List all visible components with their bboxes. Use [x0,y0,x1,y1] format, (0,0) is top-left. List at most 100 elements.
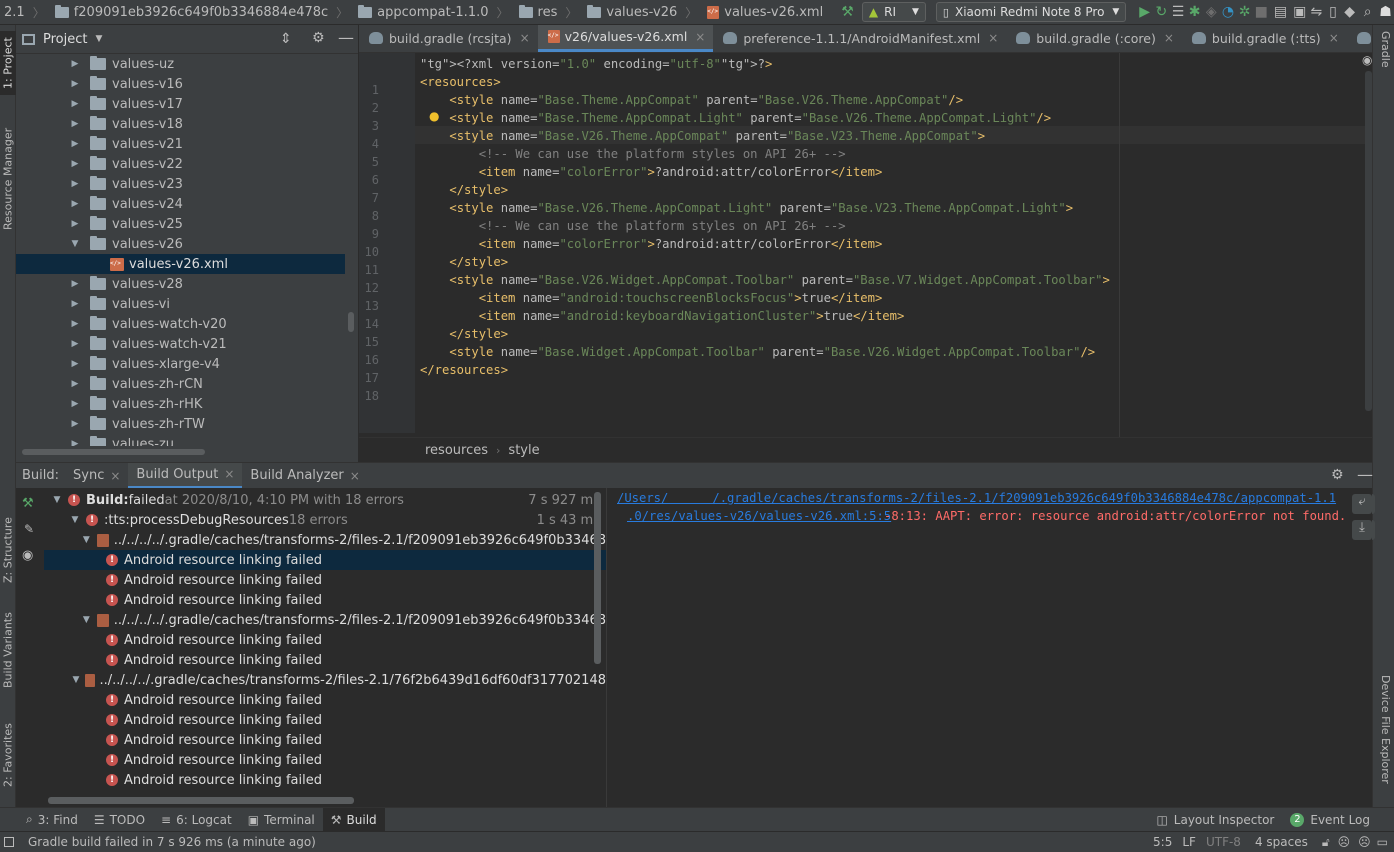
chevron-right-icon[interactable]: ▶ [70,119,80,129]
close-icon[interactable]: × [695,30,705,44]
chevron-down-icon[interactable]: ▼ [70,515,80,525]
profile-icon[interactable]: ◔ [1220,1,1237,23]
build-tree-row[interactable]: ! Android resource linking failed [44,730,606,750]
chevron-right-icon[interactable]: ▶ [70,99,80,109]
collapse-all-icon[interactable]: ⇕ [280,31,292,47]
tool-button-6-logcat[interactable]: ≡ 6: Logcat [153,808,240,832]
tree-item-values-watch-v20[interactable]: ▶ values-watch-v20 [16,314,345,334]
chevron-right-icon[interactable]: ▶ [70,439,80,446]
tree-item-values-vi[interactable]: ▶ values-vi [16,294,345,314]
breadcrumb-item[interactable]: values-v26.xml [703,0,829,24]
build-tree-row[interactable]: ! Android resource linking failed [44,750,606,770]
code-line[interactable]: <style name="Base.V26.Theme.AppCompat.Li… [420,199,1073,217]
build-tree-row[interactable]: ▼!:tts:processDebugResources 18 errors 1 … [44,510,606,530]
file-encoding[interactable]: UTF-8 [1206,835,1241,849]
hide-panel-icon[interactable]: — [1357,465,1373,484]
build-tree-row[interactable]: ! Android resource linking failed [44,590,606,610]
device-file-explorer-tool-button[interactable]: Device File Explorer [1379,675,1392,800]
debug-icon[interactable]: ✱ [1186,1,1203,23]
indent-setting[interactable]: 4 spaces [1255,835,1308,849]
code-line[interactable]: "tg"><?xml version="1.0" encoding="utf-8… [420,55,772,73]
chevron-right-icon[interactable]: ▶ [70,299,80,309]
chevron-right-icon[interactable]: ▶ [70,419,80,429]
code-line[interactable]: <resources> [420,73,501,91]
close-icon[interactable]: × [988,31,998,45]
error-file-link-continued[interactable]: .0/res/values-v26/values-v26.xml:5:5 [627,509,891,523]
tree-item-values-xlarge-v4[interactable]: ▶ values-xlarge-v4 [16,354,345,374]
code-line[interactable]: <style name="Base.V26.Theme.AppCompat" p… [420,127,985,145]
chevron-right-icon[interactable]: ▶ [70,199,80,209]
tree-item-values-zu[interactable]: ▶ values-zu [16,434,345,446]
code-line[interactable]: <item name="colorError">?android:attr/co… [420,163,883,181]
lock-icon[interactable]: 🔓︎ [1322,835,1330,850]
device-select[interactable]: ▯ Xiaomi Redmi Note 8 Pro ▼ [935,2,1127,22]
avd-manager-icon[interactable]: ▯ [1325,1,1342,23]
chevron-right-icon[interactable]: ▶ [70,359,80,369]
caret-position[interactable]: 5:5 [1153,835,1172,849]
close-icon[interactable]: × [350,469,360,483]
breadcrumb-style[interactable]: style [508,443,539,458]
tool-windows-icon[interactable] [4,837,14,847]
sdk-manager-icon[interactable]: ⇋ [1308,1,1325,23]
breadcrumb-item[interactable]: res 〉 [515,0,584,24]
code-line[interactable]: </style> [420,181,508,199]
build-tree-row[interactable]: ▼ ../../../../.gradle/caches/transforms-2… [44,610,606,630]
chevron-right-icon[interactable]: ▶ [70,59,80,69]
tree-item-values-v26-xml[interactable]: values-v26.xml [16,254,345,274]
chevron-right-icon[interactable]: ▶ [70,159,80,169]
build-tree-row[interactable]: ! Android resource linking failed [44,570,606,590]
build-tree-row[interactable]: ▼! Build: failed at 2020/8/10, 4:10 PM wi… [44,490,606,510]
error-file-link[interactable]: /Users/ /.gradle/caches/transforms-2/fil… [617,491,1336,505]
code-line[interactable]: </style> [420,253,508,271]
lightbulb-icon[interactable]: ● [429,109,439,123]
tab-build-gradle-core-[interactable]: build.gradle (:core) × [1006,25,1182,52]
layout-inspector-button[interactable]: ◫ Layout Inspector [1148,808,1282,832]
tab-build-gradle-rcsjta-[interactable]: build.gradle (rcsjta) × [359,25,538,52]
user-icon[interactable]: ☗ [1377,1,1394,23]
build-tab-build-output[interactable]: Build Output × [128,462,243,489]
apply-code-changes-icon[interactable]: ☰ [1170,1,1187,23]
tree-item-values-v21[interactable]: ▶ values-v21 [16,134,345,154]
code-line[interactable]: <item name="android:touchscreenBlocksFoc… [420,289,883,307]
hide-panel-icon[interactable]: — [338,28,354,47]
tool-button-terminal[interactable]: ▣ Terminal [240,808,323,832]
gradle-tool-button[interactable]: Gradle [1379,31,1392,91]
status-message[interactable]: Gradle build failed in 7 s 926 ms (a min… [28,835,316,849]
code-line[interactable]: <!-- We can use the platform styles on A… [420,217,846,235]
horizontal-scrollbar[interactable] [48,797,354,804]
chevron-right-icon[interactable]: ▶ [70,279,80,289]
tree-item-values-zh-rcn[interactable]: ▶ values-zh-rCN [16,374,345,394]
close-icon[interactable]: × [110,469,120,483]
tree-item-values-v28[interactable]: ▶ values-v28 [16,274,345,294]
close-icon[interactable]: × [224,467,234,481]
coverage-icon[interactable]: ✲ [1236,1,1253,23]
build-tree-row[interactable]: ! Android resource linking failed [44,630,606,650]
favorites-tool-button[interactable]: 2: Favorites [0,715,16,795]
tab-project-properties[interactable]: project.properties× [1347,25,1372,52]
chevron-right-icon[interactable]: ▶ [70,179,80,189]
chevron-right-icon[interactable]: ▶ [70,319,80,329]
horizontal-scrollbar[interactable] [22,449,205,455]
eye-icon[interactable]: ◉ [1362,53,1372,67]
gear-icon[interactable]: ⚙ [1331,467,1344,483]
vertical-scrollbar[interactable] [348,312,354,332]
gear-icon[interactable]: ⚙ [312,30,325,46]
close-icon[interactable]: × [520,31,530,45]
tool-button-3-find[interactable]: ⌕ 3: Find [18,808,86,832]
search-icon[interactable]: ⌕ [1358,1,1377,23]
build-tree-row[interactable]: ! Android resource linking failed [44,710,606,730]
close-icon[interactable]: × [1329,31,1339,45]
code-line[interactable]: <item name="colorError">?android:attr/co… [420,235,883,253]
code-line[interactable]: <style name="Base.Theme.AppCompat.Light"… [420,109,1051,127]
line-separator[interactable]: LF [1182,835,1196,849]
editor-scrollbar[interactable] [1365,71,1372,411]
build-tree-row[interactable]: ! Android resource linking failed [44,690,606,710]
chevron-right-icon[interactable]: ▶ [70,399,80,409]
resource-manager-tool-button[interactable]: Resource Manager [0,121,16,236]
tree-item-values-watch-v21[interactable]: ▶ values-watch-v21 [16,334,345,354]
tool-button-build[interactable]: ⚒ Build [322,807,385,832]
project-structure-icon[interactable]: ▣ [1291,1,1308,23]
code-line[interactable]: </resources> [420,361,508,379]
code-line[interactable]: <!-- We can use the platform styles on A… [420,145,846,163]
tree-item-values-v17[interactable]: ▶ values-v17 [16,94,345,114]
